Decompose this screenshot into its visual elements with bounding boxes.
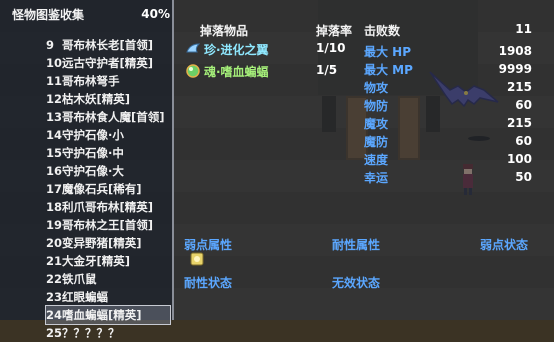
monster-number: 17: [46, 182, 63, 196]
monster-number: 19: [46, 218, 63, 232]
stat-label: 幸运: [364, 170, 389, 185]
monster-name: 魔像石兵[稀有]: [62, 182, 142, 196]
monster-number: 14: [46, 128, 63, 142]
monster-list-item[interactable]: 15守护石像·中: [46, 144, 170, 162]
drop-rate: 1/10: [316, 41, 346, 55]
stat-value: 100: [506, 152, 532, 166]
monster-name: 哥布林之王[首领]: [62, 218, 154, 232]
resist-attribute-label: 耐性属性: [332, 238, 381, 252]
monster-name: 守护石像·中: [62, 146, 124, 160]
monster-number: 21: [46, 254, 63, 268]
monster-number: 22: [46, 272, 63, 286]
stat-label: 速度: [364, 152, 389, 167]
monster-list: 9 哥布林长老[首领] 10远古守护者[精英] 11哥布林弩手 12枯木妖[精英] 13哥…: [45, 36, 171, 342]
compendium-title: 怪物图鉴收集: [12, 7, 85, 22]
monster-name: ？？？？？: [62, 326, 120, 340]
stat-value: 1908: [498, 44, 532, 58]
drops-header: 掉落物品: [200, 24, 249, 38]
stat-row: 幸运 50: [364, 168, 532, 186]
monster-name: 哥布林弩手: [62, 74, 120, 88]
stat-value: 215: [506, 80, 532, 94]
monster-name: 利爪哥布林[精英]: [62, 200, 154, 214]
monster-list-item[interactable]: 14守护石像·小: [46, 126, 170, 144]
monster-list-item[interactable]: 25？？？？？: [46, 324, 170, 342]
kills-value: 11: [515, 22, 532, 36]
monster-list-item[interactable]: 19哥布林之王[首领]: [46, 216, 170, 234]
monster-number: 11: [46, 74, 63, 88]
monster-number: 16: [46, 164, 63, 178]
monster-name: 枯木妖[精英]: [62, 92, 131, 106]
drop-item-name: 珍·进化之翼: [204, 42, 269, 57]
immune-state-label: 无效状态: [332, 276, 381, 290]
rate-header: 掉落率: [316, 24, 353, 38]
monster-list-item[interactable]: 13哥布林食人魔[首领]: [46, 108, 170, 126]
stat-row: 魔防 60: [364, 132, 532, 150]
stat-row: 物防 60: [364, 96, 532, 114]
monster-name: 红眼蝙蝠: [62, 290, 108, 304]
monster-list-item[interactable]: 9 哥布林长老[首领]: [46, 36, 170, 54]
compendium-header: 怪物图鉴收集 40%: [12, 4, 170, 24]
monster-list-item[interactable]: 21大金牙[精英]: [46, 252, 170, 270]
drop-rate: 1/5: [316, 63, 338, 77]
monster-list-item[interactable]: 18利爪哥布林[精英]: [46, 198, 170, 216]
monster-number: 18: [46, 200, 63, 214]
drop-item[interactable]: 魂·嗜血蝙蝠: [186, 62, 269, 80]
kills-header: 击败数: [364, 24, 401, 38]
weak-state-label: 弱点状态: [480, 238, 529, 252]
monster-name: 哥布林长老[首领]: [62, 38, 154, 52]
stat-label: 物攻: [364, 80, 389, 95]
compendium-progress: 40%: [141, 7, 170, 21]
monster-number: 10: [46, 56, 63, 70]
monster-number: 12: [46, 92, 63, 106]
wing-icon: [186, 43, 200, 53]
monster-list-item[interactable]: 20变异野猪[精英]: [46, 234, 170, 252]
monster-name: 远古守护者[精英]: [62, 56, 154, 70]
stat-label: 最大 MP: [364, 62, 413, 77]
monster-name: 变异野猪[精英]: [62, 236, 142, 250]
monster-name: 守护石像·小: [62, 128, 124, 142]
stat-row: 物攻 215: [364, 78, 532, 96]
monster-list-item[interactable]: 23红眼蝙蝠: [46, 288, 170, 306]
monster-list-item[interactable]: 10远古守护者[精英]: [46, 54, 170, 72]
drop-item[interactable]: 珍·进化之翼: [186, 40, 269, 58]
monster-name: 铁爪鼠: [62, 272, 97, 286]
monster-number: 20: [46, 236, 63, 250]
monster-name: 哥布林食人魔[首领]: [62, 110, 165, 124]
resist-state-label: 耐性状态: [184, 276, 233, 290]
monster-number: 23: [46, 290, 63, 304]
weak-attribute-label: 弱点属性: [184, 238, 233, 252]
stat-label: 魔防: [364, 134, 389, 149]
monster-list-item[interactable]: 16守护石像·大: [46, 162, 170, 180]
stat-value: 50: [515, 170, 532, 184]
stat-label: 魔攻: [364, 116, 389, 131]
monster-list-item[interactable]: 12枯木妖[精英]: [46, 90, 170, 108]
monster-list-panel: 怪物图鉴收集 40% 9 哥布林长老[首领] 10远古守护者[精英] 11哥布林弩手 1…: [0, 0, 174, 340]
monster-name: 大金牙[精英]: [62, 254, 131, 268]
stat-value: 60: [515, 134, 532, 148]
monster-list-item[interactable]: 24嗜血蝙蝠[精英]: [45, 305, 171, 325]
monster-number: 13: [46, 110, 63, 124]
drop-item-name: 魂·嗜血蝙蝠: [204, 64, 269, 79]
stat-row: 魔攻 215: [364, 114, 532, 132]
stat-row: 最大 HP 1908: [364, 42, 532, 60]
element-icon: [190, 252, 204, 266]
stat-row: 最大 MP 9999: [364, 60, 532, 78]
monster-number: 9: [46, 38, 55, 52]
stat-value: 9999: [498, 62, 532, 76]
monster-number: 25: [46, 326, 63, 340]
monster-name: 守护石像·大: [62, 164, 124, 178]
stat-label: 最大 HP: [364, 44, 412, 59]
stat-value: 215: [506, 116, 532, 130]
soul-orb-icon: [186, 64, 200, 78]
stat-value: 60: [515, 98, 532, 112]
monster-list-item[interactable]: 22铁爪鼠: [46, 270, 170, 288]
monster-number: 15: [46, 146, 63, 160]
stat-label: 物防: [364, 98, 389, 113]
stat-row: 速度 100: [364, 150, 532, 168]
monster-list-item[interactable]: 11哥布林弩手: [46, 72, 170, 90]
monster-number: 24: [46, 308, 63, 322]
monster-list-item[interactable]: 17魔像石兵[稀有]: [46, 180, 170, 198]
